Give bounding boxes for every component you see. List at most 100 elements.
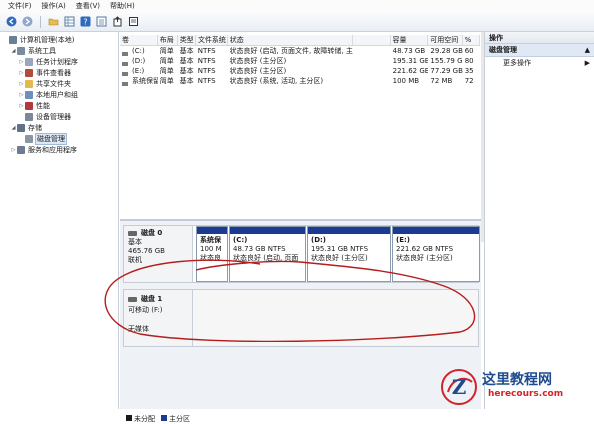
removable-disk-icon — [128, 296, 137, 302]
partition-system-reserved[interactable]: 系统保 100 M 状态良 — [196, 226, 228, 282]
column-header[interactable]: 可用空间 — [428, 35, 463, 45]
navigation-tree: 计算机管理(本地) ◢ 系统工具 ▷ 任务计划程序 ▷ 事件查看器 ▷ 共享文件夹 ▷ 本地用户和组… — [0, 32, 119, 409]
disk-status: 无媒体 — [128, 325, 149, 333]
grid-icon[interactable] — [64, 16, 75, 27]
partition-status: 状态良好 (主分区) — [311, 254, 368, 262]
table-cell: NTFS — [197, 57, 216, 65]
partition-bar — [197, 227, 227, 234]
column-header[interactable]: 布局 — [158, 35, 178, 45]
back-icon[interactable] — [6, 16, 17, 27]
table-row[interactable]: (E:) 简单 基本 NTFS 状态良好 (主分区) 221.62 GB 77.29 GB 3… — [120, 66, 480, 76]
table-cell: (E:) — [120, 66, 158, 76]
table-cell: 系统保留 — [120, 76, 158, 86]
partition-size: 48.73 GB NTFS — [233, 245, 286, 253]
legend-label: 未分配 — [134, 415, 155, 423]
tree-item[interactable]: ▷ 本地用户和组 — [0, 89, 118, 100]
table-cell: 48.73 GB — [392, 47, 426, 55]
column-header[interactable]: 容量 — [391, 35, 429, 45]
partition-d[interactable]: (D:) 195.31 GB NTFS 状态良好 (主分区) — [307, 226, 391, 282]
help-icon[interactable]: ? — [80, 16, 91, 27]
forward-icon[interactable] — [22, 16, 33, 27]
folder-icon[interactable] — [48, 16, 59, 27]
column-header[interactable]: 类型 — [178, 35, 196, 45]
tree-item[interactable]: 计算机管理(本地) — [0, 34, 118, 45]
disk-icon — [25, 134, 33, 143]
table-cell: NTFS — [197, 67, 216, 75]
tree-item[interactable]: ◢ 存储 — [0, 122, 118, 133]
cell-text: (D:) — [132, 57, 146, 65]
table-cell: (D:) — [120, 56, 158, 66]
tree-item[interactable]: ▷ 任务计划程序 — [0, 56, 118, 67]
action-more-actions[interactable]: 更多操作 ▶ — [485, 57, 594, 69]
tree-item[interactable]: ▷ 共享文件夹 — [0, 78, 118, 89]
storage-icon — [17, 123, 25, 132]
tree-item[interactable]: ◢ 系统工具 — [0, 45, 118, 56]
list-icon[interactable] — [96, 16, 107, 27]
collapse-icon[interactable]: ▲ — [585, 44, 590, 56]
expand-toggle-icon[interactable]: ▷ — [18, 103, 25, 109]
tools-icon — [17, 46, 25, 55]
table-cell: 72 MB — [430, 77, 453, 85]
column-header[interactable]: 状态 — [228, 35, 353, 45]
table-cell: 77.29 GB — [430, 67, 463, 75]
legend-swatch — [161, 415, 167, 421]
table-cell — [353, 56, 391, 66]
partition-status: 状态良好 (主分区) — [396, 254, 453, 262]
table-cell: 100 MB — [392, 77, 420, 85]
table-cell — [353, 46, 391, 56]
expand-toggle-icon[interactable]: ▷ — [10, 147, 17, 153]
actions-section-disk-management[interactable]: 磁盘管理 ▲ — [485, 44, 594, 57]
actions-pane: 操作 磁盘管理 ▲ 更多操作 ▶ — [484, 32, 594, 409]
table-row[interactable]: 系统保留 简单 基本 NTFS 状态良好 (系统, 活动, 主分区) 100 MB 72 M… — [120, 76, 480, 86]
expand-toggle-icon[interactable]: ▷ — [18, 92, 25, 98]
volume-list: 卷布局 类型 文件系统 状态 容量 可用空间% (C:) 简单 基本 NTFS 状态良好 (启动,… — [120, 32, 484, 242]
tree-item[interactable]: ▷ 事件查看器 — [0, 67, 118, 78]
table-cell: 简单 — [159, 57, 174, 65]
table-cell: 基本 — [179, 77, 194, 85]
disk-0-info[interactable]: 磁盘 0 基本 465.76 GB 联机 — [124, 226, 193, 282]
center-pane: 卷布局 类型 文件系统 状态 容量 可用空间% (C:) 简单 基本 NTFS 状态良好 (启动,… — [120, 32, 484, 423]
menu-action[interactable]: 操作(A) — [42, 1, 66, 11]
expand-toggle-icon[interactable]: ▷ — [18, 59, 25, 65]
cell-text: (E:) — [132, 67, 145, 75]
table-cell: 简单 — [159, 67, 174, 75]
tree-item[interactable]: ▷ 性能 — [0, 100, 118, 111]
partition-size: 221.62 GB NTFS — [396, 245, 454, 253]
export-icon[interactable] — [112, 16, 123, 27]
tree-item-label: 事件查看器 — [36, 68, 71, 77]
table-row[interactable]: (D:) 简单基本NTFS 状态良好 (主分区) 195.31 GB155.79 GB… — [120, 56, 480, 66]
partition-e[interactable]: (E:) 221.62 GB NTFS 状态良好 (主分区) — [392, 226, 480, 282]
menu-view[interactable]: 查看(V) — [76, 1, 100, 11]
disk-0-row[interactable]: 磁盘 0 基本 465.76 GB 联机 系统保 100 M 状态良 (C:) … — [123, 225, 480, 283]
partition-status: 状态良 — [200, 254, 221, 262]
tree-item-label: 设备管理器 — [36, 112, 71, 121]
partition-c[interactable]: (C:) 48.73 GB NTFS 状态良好 (启动, 页面 — [229, 226, 306, 282]
expand-toggle-icon[interactable]: ◢ — [10, 125, 17, 131]
tree-item[interactable]: 设备管理器 — [0, 111, 118, 122]
volume-list-rows: (C:)简单基本NTFS状态良好 (启动, 页面文件, 故障转储, 主分区)48… — [120, 46, 480, 86]
expand-toggle-icon[interactable]: ▷ — [18, 81, 25, 87]
performance-icon — [25, 101, 33, 110]
expand-toggle-icon[interactable]: ▷ — [18, 70, 25, 76]
svg-text:Z: Z — [452, 375, 467, 399]
table-cell: 60 — [464, 47, 474, 55]
expand-toggle-icon[interactable]: ◢ — [10, 48, 17, 54]
menu-help[interactable]: 帮助(H) — [110, 1, 135, 11]
column-header[interactable]: 文件系统 — [196, 35, 228, 45]
table-cell: 状态良好 (系统, 活动, 主分区) — [229, 77, 324, 85]
partition-status: 状态良好 (启动, 页面 — [233, 254, 299, 262]
column-header[interactable] — [353, 35, 391, 45]
column-header[interactable]: % — [463, 35, 480, 45]
tree-item-label: 系统工具 — [28, 46, 56, 55]
table-row[interactable]: (C:) 简单基本NTFS 状态良好 (启动, 页面文件, 故障转储, 主分区) 48… — [120, 46, 480, 56]
chevron-right-icon: ▶ — [584, 59, 590, 67]
legend-unallocated: 未分配 — [126, 414, 155, 424]
tree-item[interactable]: 磁盘管理 — [0, 132, 118, 145]
disk-1-info[interactable]: 磁盘 1 可移动 (F:) 无媒体 — [124, 290, 193, 346]
menu-file[interactable]: 文件(F) — [8, 1, 32, 11]
column-header[interactable]: 卷 — [120, 35, 158, 45]
properties-icon[interactable] — [128, 16, 139, 27]
disk-type: 基本 — [128, 238, 142, 246]
disk-1-row[interactable]: 磁盘 1 可移动 (F:) 无媒体 — [123, 289, 479, 347]
tree-item[interactable]: ▷ 服务和应用程序 — [0, 144, 118, 155]
